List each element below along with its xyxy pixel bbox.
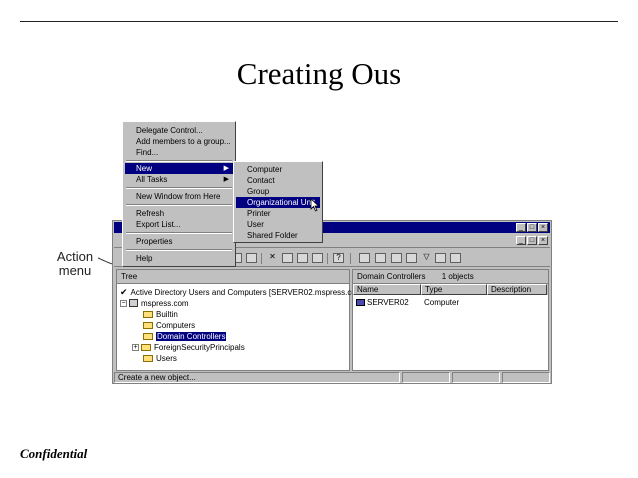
submenu-item-computer[interactable]: Computer bbox=[236, 164, 320, 175]
submenu-item-user[interactable]: User bbox=[236, 219, 320, 230]
domain-icon bbox=[129, 299, 138, 307]
menu-item-export-list[interactable]: Export List... bbox=[125, 219, 233, 230]
menu-item-help[interactable]: Help bbox=[125, 253, 233, 264]
tree-item-users[interactable]: Users bbox=[143, 353, 177, 363]
export-icon[interactable] bbox=[312, 253, 323, 263]
mouse-cursor-icon bbox=[310, 198, 320, 212]
filter-icon[interactable]: ▽ bbox=[421, 253, 432, 263]
menu-item-all-tasks[interactable]: All Tasks ▶ bbox=[125, 174, 233, 185]
help-icon[interactable]: ? bbox=[333, 253, 344, 263]
child-minimize-button[interactable]: _ bbox=[516, 236, 526, 245]
child-close-button[interactable]: × bbox=[538, 236, 548, 245]
submenu-arrow-icon: ▶ bbox=[223, 165, 229, 172]
directory-icon: ✔ bbox=[120, 286, 128, 297]
details-header: Domain Controllers 1 objects bbox=[353, 270, 548, 284]
minimize-button[interactable]: _ bbox=[516, 223, 526, 232]
column-type[interactable]: Type bbox=[421, 284, 487, 295]
tree-item-root[interactable]: ✔ Active Directory Users and Computers [… bbox=[120, 287, 365, 297]
menu-item-new-window[interactable]: New Window from Here bbox=[125, 191, 233, 202]
status-text: Create a new object... bbox=[114, 372, 400, 383]
column-description[interactable]: Description bbox=[487, 284, 547, 295]
details-pane: Domain Controllers 1 objects Name Type D… bbox=[352, 269, 549, 371]
delete-icon[interactable]: ✕ bbox=[267, 253, 278, 263]
menu-item-add-members[interactable]: Add members to a group... bbox=[125, 136, 233, 147]
submenu-arrow-icon: ▶ bbox=[223, 176, 229, 183]
tree-item-builtin[interactable]: Builtin bbox=[143, 309, 178, 319]
action-menu-callout: Action menu bbox=[52, 250, 98, 278]
top-rule bbox=[20, 21, 618, 22]
view-details-icon[interactable] bbox=[246, 253, 257, 263]
child-maximize-button[interactable]: □ bbox=[527, 236, 537, 245]
folder-icon bbox=[143, 354, 153, 362]
tree-pane: Tree ✔ Active Directory Users and Comput… bbox=[116, 269, 365, 371]
submenu-item-printer[interactable]: Printer bbox=[236, 208, 320, 219]
new-group-icon-2[interactable] bbox=[450, 253, 461, 263]
folder-icon bbox=[143, 310, 153, 318]
callout-line-2: menu bbox=[58, 263, 92, 278]
column-name[interactable]: Name bbox=[353, 284, 421, 295]
tree-item-foreign-security[interactable]: + ForeignSecurityPrincipals bbox=[132, 342, 245, 352]
footer-confidential: Confidential bbox=[20, 446, 88, 461]
new-group-icon[interactable] bbox=[375, 253, 386, 263]
slide-title: Creating Ous bbox=[236, 56, 402, 91]
menu-item-new[interactable]: New ▶ bbox=[125, 163, 233, 174]
add-to-group-icon[interactable] bbox=[435, 253, 446, 263]
callout-line-1: Action bbox=[56, 249, 94, 264]
computer-icon bbox=[356, 299, 365, 306]
action-context-menu: Delegate Control... Add members to a gro… bbox=[122, 121, 236, 267]
table-row[interactable]: SERVER02 Computer bbox=[353, 298, 548, 308]
maximize-button[interactable]: □ bbox=[527, 223, 537, 232]
refresh-icon[interactable] bbox=[297, 253, 308, 263]
tree-tab[interactable]: Tree bbox=[117, 270, 349, 284]
submenu-item-group[interactable]: Group bbox=[236, 186, 320, 197]
menu-item-properties[interactable]: Properties bbox=[125, 236, 233, 247]
new-user-icon[interactable] bbox=[359, 253, 370, 263]
new-ou-icon[interactable] bbox=[391, 253, 402, 263]
expand-icon[interactable]: + bbox=[132, 343, 139, 351]
tree-item-computers[interactable]: Computers bbox=[143, 320, 195, 330]
folder-icon bbox=[143, 321, 153, 329]
status-bar: Create a new object... bbox=[114, 372, 550, 383]
folder-icon bbox=[141, 343, 151, 351]
tree-item-domain-controllers[interactable]: Domain Controllers bbox=[143, 331, 227, 341]
close-button[interactable]: × bbox=[538, 223, 548, 232]
submenu-item-shared-folder[interactable]: Shared Folder bbox=[236, 230, 320, 241]
menu-item-delegate-control[interactable]: Delegate Control... bbox=[125, 125, 233, 136]
properties-icon[interactable] bbox=[282, 253, 293, 263]
find-icon[interactable] bbox=[406, 253, 417, 263]
folder-icon bbox=[143, 332, 153, 340]
submenu-item-contact[interactable]: Contact bbox=[236, 175, 320, 186]
menu-item-refresh[interactable]: Refresh bbox=[125, 208, 233, 219]
tree-item-domain[interactable]: − mspress.com bbox=[120, 298, 189, 308]
menu-item-find[interactable]: Find... bbox=[125, 147, 233, 158]
column-headers: Name Type Description bbox=[353, 284, 548, 295]
submenu-item-organizational-unit[interactable]: Organizational Unit bbox=[236, 197, 320, 208]
collapse-icon[interactable]: − bbox=[120, 299, 127, 307]
